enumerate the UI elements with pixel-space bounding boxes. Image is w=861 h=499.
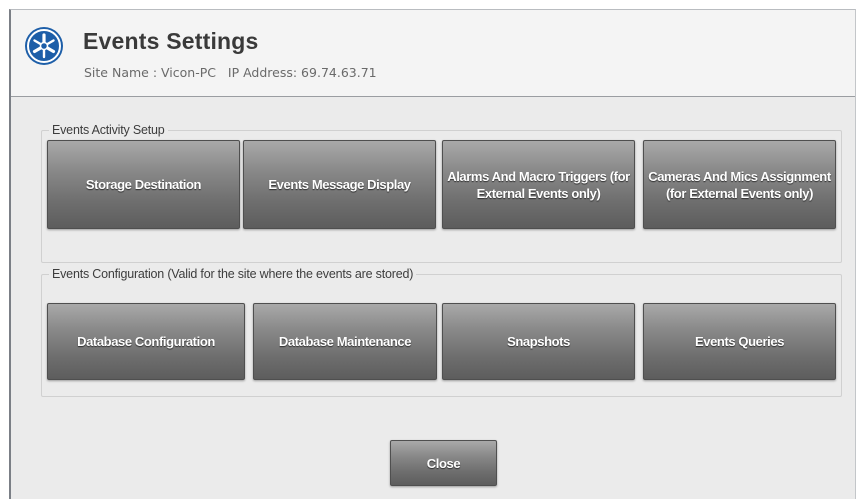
events-activity-setup-legend: Events Activity Setup [52,123,165,137]
events-settings-window: Events Settings Site Name : Vicon-PC IP … [9,9,856,499]
site-info: Site Name : Vicon-PC IP Address: 69.74.6… [84,65,377,80]
cameras-mics-assignment-button[interactable]: Cameras And Mics Assignment (for Externa… [643,140,836,229]
database-maintenance-button[interactable]: Database Maintenance [253,303,437,380]
alarms-macro-triggers-button[interactable]: Alarms And Macro Triggers (for External … [442,140,635,229]
storage-destination-button[interactable]: Storage Destination [47,140,240,229]
events-configuration-legend: Events Configuration (Valid for the site… [52,267,414,281]
settings-content: Events Activity Setup Storage Destinatio… [11,97,855,499]
vicon-logo-icon [25,27,63,65]
events-queries-button[interactable]: Events Queries [643,303,836,380]
database-configuration-button[interactable]: Database Configuration [47,303,245,380]
window-header: Events Settings Site Name : Vicon-PC IP … [11,10,855,97]
close-button[interactable]: Close [390,440,497,486]
events-message-display-button[interactable]: Events Message Display [243,140,436,229]
window-title: Events Settings [83,28,259,54]
snapshots-button[interactable]: Snapshots [442,303,635,380]
